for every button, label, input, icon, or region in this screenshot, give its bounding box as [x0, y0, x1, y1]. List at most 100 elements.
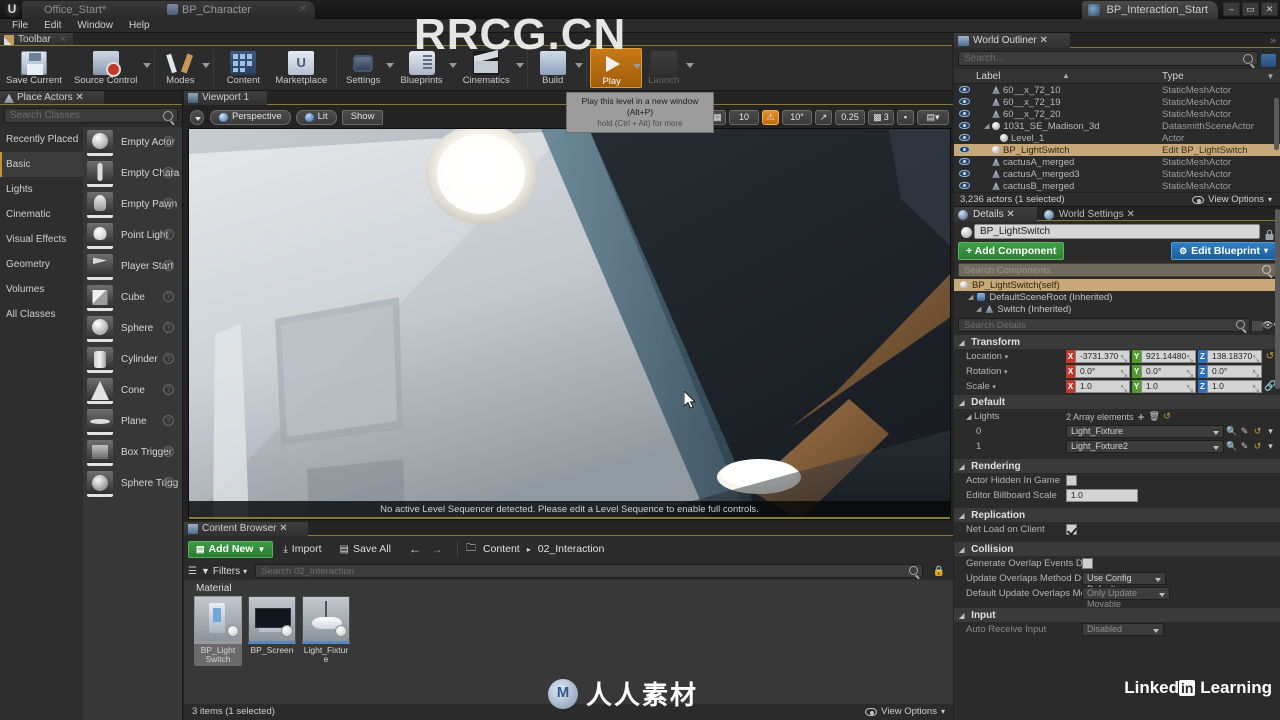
location-z[interactable]: Z 138.18370 ⤡ — [1198, 350, 1262, 363]
menu-help[interactable]: Help — [121, 19, 158, 32]
table-row-selected[interactable]: BP_LightSwitch Edit BP_LightSwitch — [954, 144, 1280, 156]
app-tab-office-start[interactable]: Office_Start* ✕ — [22, 1, 177, 19]
visibility-toggle-icon[interactable] — [954, 121, 974, 132]
table-row[interactable]: 60__x_72_19 StaticMeshActor — [954, 96, 1280, 108]
list-item[interactable]: Cylinder ? — [83, 344, 182, 375]
column-header-type[interactable]: Type ▼ — [1162, 71, 1280, 82]
table-row[interactable]: Level_1 Actor — [954, 132, 1280, 144]
rotation-x[interactable]: X 0.0° ⤡ — [1066, 365, 1130, 378]
viewport-tab[interactable]: Viewport 1 — [184, 91, 268, 105]
add-component-button[interactable]: + Add Component — [958, 242, 1065, 260]
help-icon[interactable]: ? — [163, 322, 174, 333]
help-icon[interactable]: ? — [163, 353, 174, 364]
toolbar-build-button[interactable]: Build — [531, 48, 583, 90]
component-row-scene-root[interactable]: ◢ DefaultSceneRoot (Inherited) — [954, 291, 1280, 303]
lock-icon[interactable]: 🔒 — [933, 566, 953, 577]
list-item[interactable]: Cone ? — [83, 375, 182, 406]
rotation-y[interactable]: Y 0.0° ⤡ — [1132, 365, 1196, 378]
list-item[interactable]: Point Light ? — [83, 220, 182, 251]
list-item[interactable]: Sphere Trigg ? — [83, 468, 182, 499]
list-item[interactable]: Plane ? — [83, 406, 182, 437]
section-replication[interactable]: ◢ Replication — [954, 507, 1280, 522]
section-rendering[interactable]: ◢ Rendering — [954, 458, 1280, 473]
grid-snap-value[interactable]: 10 — [729, 109, 759, 125]
scale-z[interactable]: Z 1.0 ⤡ — [1198, 380, 1262, 393]
scale-y[interactable]: Y 1.0 ⤡ — [1132, 380, 1196, 393]
reset-icon[interactable]: ↺ — [1252, 441, 1263, 452]
category-basic[interactable]: Basic — [0, 152, 83, 177]
search-classes-input[interactable] — [5, 109, 177, 122]
browse-icon[interactable]: 🔍 — [1226, 441, 1237, 452]
import-button[interactable]: ⤓ Import — [275, 543, 329, 555]
place-actors-search[interactable] — [4, 108, 178, 123]
list-item[interactable]: Empty Chara ? — [83, 158, 182, 189]
viewport-options-dropdown[interactable] — [190, 109, 204, 125]
toolbar-settings-button[interactable]: Settings — [340, 48, 395, 90]
category-all-classes[interactable]: All Classes — [0, 302, 83, 327]
asset-bp-light-switch[interactable]: BP_Light Switch — [194, 596, 242, 666]
menu-edit[interactable]: Edit — [36, 19, 69, 32]
viewport-camera-mode-button[interactable]: Perspective — [210, 109, 291, 125]
toolbar-launch-button[interactable]: Launch — [642, 48, 694, 90]
details-search[interactable] — [958, 318, 1250, 332]
world-outliner-tab[interactable]: World Outliner ✕ — [954, 33, 1070, 48]
edit-icon[interactable]: ✎ — [1239, 441, 1250, 452]
help-icon[interactable]: ? — [163, 198, 174, 209]
toolbar-save-current-button[interactable]: Save Current — [0, 48, 68, 90]
tab-world-settings[interactable]: World Settings ✕ — [1040, 207, 1157, 222]
component-row-switch[interactable]: ◢ Switch (Inherited) — [954, 303, 1280, 315]
minimize-button[interactable]: – — [1223, 2, 1240, 16]
camera-speed-control[interactable]: ▩ 3 — [868, 109, 894, 125]
location-y[interactable]: Y 921.14480 ⤡ — [1132, 350, 1196, 363]
chevron-down-icon[interactable] — [574, 63, 583, 68]
reset-icon[interactable]: ↺ — [1162, 411, 1173, 422]
breadcrumb-content[interactable]: Content — [480, 543, 523, 555]
auto-receive-input-dropdown[interactable]: Disabled — [1082, 623, 1164, 636]
toolbar-marketplace-button[interactable]: Marketplace — [269, 48, 333, 90]
close-icon[interactable]: ✕ — [1040, 35, 1048, 46]
content-search-input[interactable] — [256, 565, 922, 578]
world-outliner-search[interactable] — [958, 51, 1258, 66]
visibility-toggle-icon[interactable] — [954, 133, 974, 144]
visibility-toggle-icon[interactable] — [954, 145, 974, 156]
tab-details[interactable]: Details ✕ — [954, 207, 1037, 222]
table-row[interactable]: 60__x_72_10 StaticMeshActor — [954, 84, 1280, 96]
visibility-toggle-icon[interactable] — [954, 157, 974, 168]
visibility-toggle-icon[interactable] — [954, 181, 974, 192]
scale-x[interactable]: X 1.0 ⤡ — [1066, 380, 1130, 393]
outliner-scrollbar[interactable] — [1274, 84, 1279, 192]
category-volumes[interactable]: Volumes — [0, 277, 83, 302]
section-default[interactable]: ◢ Default — [954, 394, 1280, 409]
edit-blueprint-button[interactable]: ⚙ Edit Blueprint ▾ — [1171, 242, 1276, 260]
list-item[interactable]: Empty Actor ? — [83, 127, 182, 158]
asset-bp-screen[interactable]: BP_Screen — [248, 596, 296, 666]
close-icon[interactable]: ✕ — [299, 1, 307, 19]
menu-window[interactable]: Window — [69, 19, 121, 32]
app-tab-bp-character[interactable]: BP_Character ✕ — [160, 1, 315, 19]
property-label[interactable]: Scale ▾ — [954, 381, 1066, 392]
menu-file[interactable]: File — [4, 19, 36, 32]
table-row[interactable]: cactusB_merged StaticMeshActor — [954, 180, 1280, 192]
close-icon[interactable]: ✕ — [1006, 209, 1014, 220]
chevron-right-icon[interactable]: » — [1270, 35, 1276, 47]
toolbar-play-button[interactable]: Play — [589, 48, 642, 88]
category-visual-effects[interactable]: Visual Effects — [0, 227, 83, 252]
close-icon[interactable]: ✕ — [279, 523, 287, 534]
save-all-button[interactable]: ▤ Save All — [332, 543, 399, 555]
section-collision[interactable]: ◢ Collision — [954, 541, 1280, 556]
table-row[interactable]: cactusA_merged3 StaticMeshActor — [954, 168, 1280, 180]
actor-name-field[interactable]: BP_LightSwitch — [961, 224, 1260, 239]
chevron-down-icon[interactable] — [448, 63, 457, 68]
window-tab-bp-interaction-start[interactable]: BP_Interaction_Start — [1082, 1, 1218, 19]
close-button[interactable]: ✕ — [1261, 2, 1278, 16]
update-overlaps-dropdown[interactable]: Use Config Default — [1082, 572, 1166, 594]
visibility-toggle-icon[interactable] — [954, 109, 974, 120]
add-new-button[interactable]: ▤ Add New ▼ — [188, 540, 274, 558]
toolbar-source-control-button[interactable]: Source Control — [68, 48, 152, 90]
filters-button[interactable]: ▼ Filters ▾ — [201, 566, 251, 577]
list-item[interactable]: Empty Pawn ? — [83, 189, 182, 220]
breadcrumb-02-interaction[interactable]: 02_Interaction — [535, 543, 608, 555]
list-item[interactable]: Cube ? — [83, 282, 182, 313]
property-label[interactable]: Location ▾ — [954, 351, 1066, 362]
browse-icon[interactable]: 🔍 — [1226, 426, 1237, 437]
